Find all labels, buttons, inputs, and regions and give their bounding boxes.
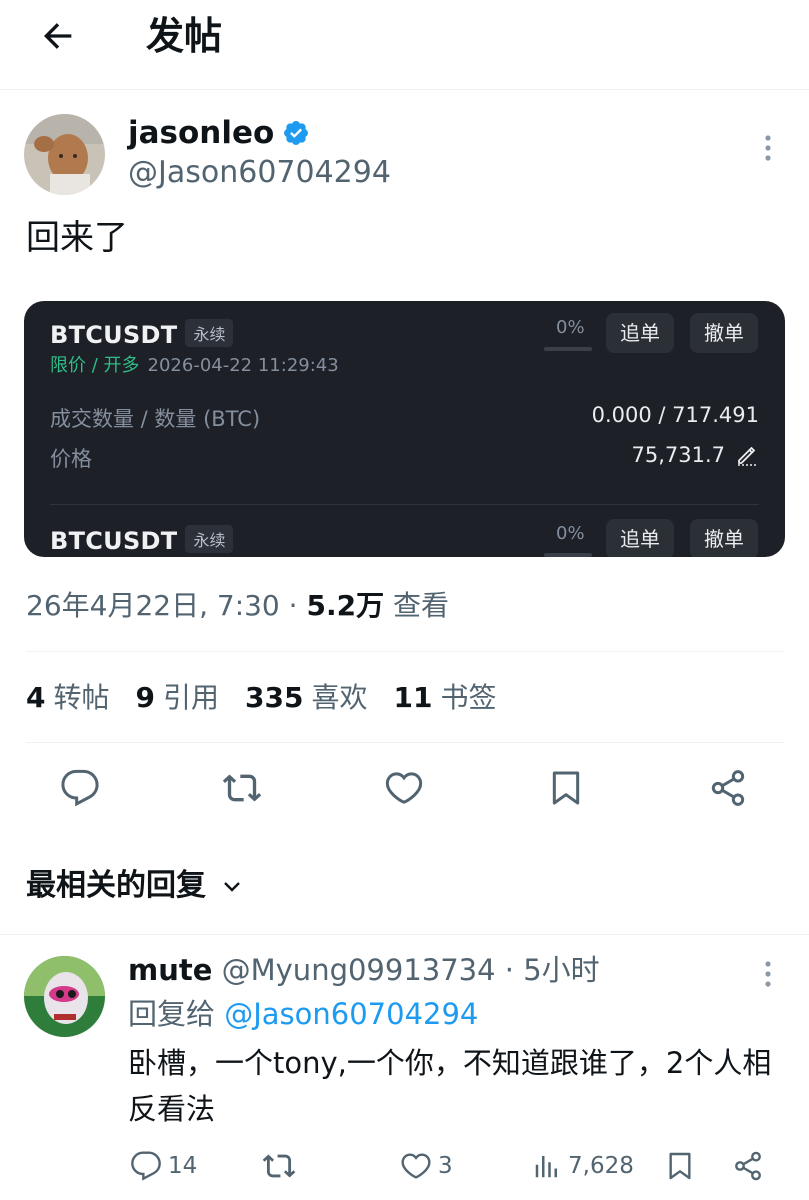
repost-icon (262, 1154, 296, 1178)
divider (26, 651, 785, 652)
reply-like-count: 3 (438, 1153, 453, 1179)
author-handle[interactable]: @Jason60704294 (128, 154, 391, 192)
order-1-price-row: 75,731.7 (631, 443, 759, 467)
reply-share-button[interactable] (732, 1148, 764, 1184)
order-1-cancel-button[interactable]: 撤单 (690, 313, 758, 353)
reply-author-avatar[interactable] (24, 956, 105, 1037)
reply-to-prefix: 回复给 (128, 997, 225, 1031)
share-icon (735, 1151, 761, 1181)
order-card-image[interactable]: BTCUSDT 永续 0% 追单 撤单 限价 / 开多 2026-04-22 11:… (24, 301, 785, 557)
repost-icon (222, 774, 262, 802)
reply-author-name[interactable]: mute (128, 953, 212, 987)
order-2-chase-button[interactable]: 追单 (606, 519, 674, 557)
reply-to-line: 回复给 @Jason60704294 (128, 994, 478, 1034)
post-meta: 26年4月22日, 7:30 · 5.2万 查看 (26, 584, 449, 628)
edit-pencil-icon[interactable] (735, 443, 759, 467)
post-text: 回来了 (26, 218, 128, 258)
reply-bookmark-button[interactable] (664, 1148, 696, 1184)
order-1-type: 限价 / 开多 (50, 355, 140, 376)
author-name[interactable]: jasonleo (128, 113, 310, 153)
more-vertical-icon (765, 135, 771, 161)
more-vertical-icon (765, 961, 771, 987)
comment-icon (61, 769, 99, 807)
divider (26, 742, 785, 743)
stat-bookmarks[interactable]: 11 书签 (393, 676, 496, 720)
post-stats: 4 转帖 9 引用 335 喜欢 11 书签 (26, 676, 496, 720)
order-2-cancel-button[interactable]: 撤单 (690, 519, 758, 557)
stat-quotes-count: 9 (135, 681, 155, 714)
reply-views-button[interactable]: 7,628 (532, 1148, 634, 1184)
order-1-fill-percent: 0% (556, 317, 585, 338)
reply-comment-button[interactable]: 14 (130, 1148, 197, 1184)
verified-badge-icon (284, 121, 309, 145)
page-title: 发帖 (146, 14, 223, 58)
order-1-fill-bar (544, 347, 592, 351)
author-avatar[interactable] (24, 114, 105, 195)
reply-button[interactable] (58, 766, 102, 810)
order-1-type-row: 限价 / 开多 2026-04-22 11:29:43 (50, 351, 339, 377)
reply-text: 卧槽，一个tony,一个你，不知道跟谁了，2个人相反看法 (128, 1046, 772, 1126)
views-label: 查看 (384, 589, 449, 622)
order-1-price-label: 价格 (50, 447, 92, 471)
bookmark-icon (552, 771, 580, 805)
repost-button[interactable] (220, 766, 264, 810)
bookmark-icon (669, 1152, 691, 1180)
stat-likes[interactable]: 335 喜欢 (245, 676, 367, 720)
reply-view-count: 7,628 (568, 1153, 634, 1179)
arrow-left-icon (44, 23, 72, 49)
order-1-symbol: BTCUSDT (50, 321, 178, 349)
post-timestamp[interactable]: 26年4月22日, 7:30 (26, 589, 280, 622)
more-options-button[interactable] (756, 132, 780, 164)
replies-sort-label: 最相关的回复 (26, 868, 206, 903)
order-2-fill-bar (544, 553, 592, 557)
reply-repost-button[interactable] (262, 1148, 296, 1184)
comment-icon (131, 1151, 161, 1181)
meta-separator: · (279, 589, 307, 622)
stat-bookmarks-count: 11 (393, 681, 433, 714)
order-2-contract-badge: 永续 (185, 525, 234, 553)
stat-likes-count: 335 (245, 681, 304, 714)
order-1-qty-value: 0.000 / 717.491 (591, 403, 759, 427)
reply-more-options-button[interactable] (756, 958, 780, 990)
stat-quotes-label: 引用 (162, 681, 219, 714)
stat-bookmarks-label: 书签 (440, 681, 497, 714)
top-bar: 发帖 (0, 0, 809, 90)
order-1-qty-label: 成交数量 / 数量 (BTC) (50, 407, 261, 431)
replies-sort-dropdown[interactable]: 最相关的回复 (26, 864, 244, 908)
reply-header: mute @Myung09913734 · 5小时 (128, 950, 600, 990)
order-divider (50, 504, 759, 505)
views-bar-chart-icon (535, 1156, 557, 1178)
order-1-chase-button[interactable]: 追单 (606, 313, 674, 353)
order-1-contract-badge: 永续 (185, 319, 234, 347)
order-2-symbol: BTCUSDT (50, 527, 178, 555)
heart-icon (401, 1153, 431, 1179)
author-name-text: jasonleo (128, 115, 275, 151)
views-count: 5.2万 (306, 589, 385, 622)
order-1-symbol-row: BTCUSDT 永续 (50, 319, 234, 349)
stat-reposts[interactable]: 4 转帖 (26, 676, 110, 720)
stat-likes-label: 喜欢 (311, 681, 368, 714)
reply-to-mention[interactable]: @Jason60704294 (224, 997, 478, 1031)
chevron-down-icon (224, 882, 240, 892)
bookmark-button[interactable] (544, 766, 588, 810)
stat-reposts-label: 转帖 (53, 681, 110, 714)
reply-comment-count: 14 (168, 1153, 198, 1179)
stat-quotes[interactable]: 9 引用 (136, 676, 220, 720)
order-1-time: 2026-04-22 11:29:43 (147, 355, 339, 376)
share-button[interactable] (706, 766, 750, 810)
back-button[interactable] (34, 14, 82, 58)
reply-author-meta: @Myung09913734 · 5小时 (212, 953, 600, 987)
order-2-fill-percent: 0% (556, 523, 585, 544)
order-2-symbol-row: BTCUSDT 永续 (50, 525, 234, 555)
stat-reposts-count: 4 (26, 681, 46, 714)
order-1-price-value: 75,731.7 (631, 443, 725, 467)
reply-like-button[interactable]: 3 (400, 1148, 453, 1184)
heart-icon (385, 772, 423, 804)
divider (0, 934, 809, 935)
share-icon (711, 770, 745, 806)
like-button[interactable] (382, 766, 426, 810)
